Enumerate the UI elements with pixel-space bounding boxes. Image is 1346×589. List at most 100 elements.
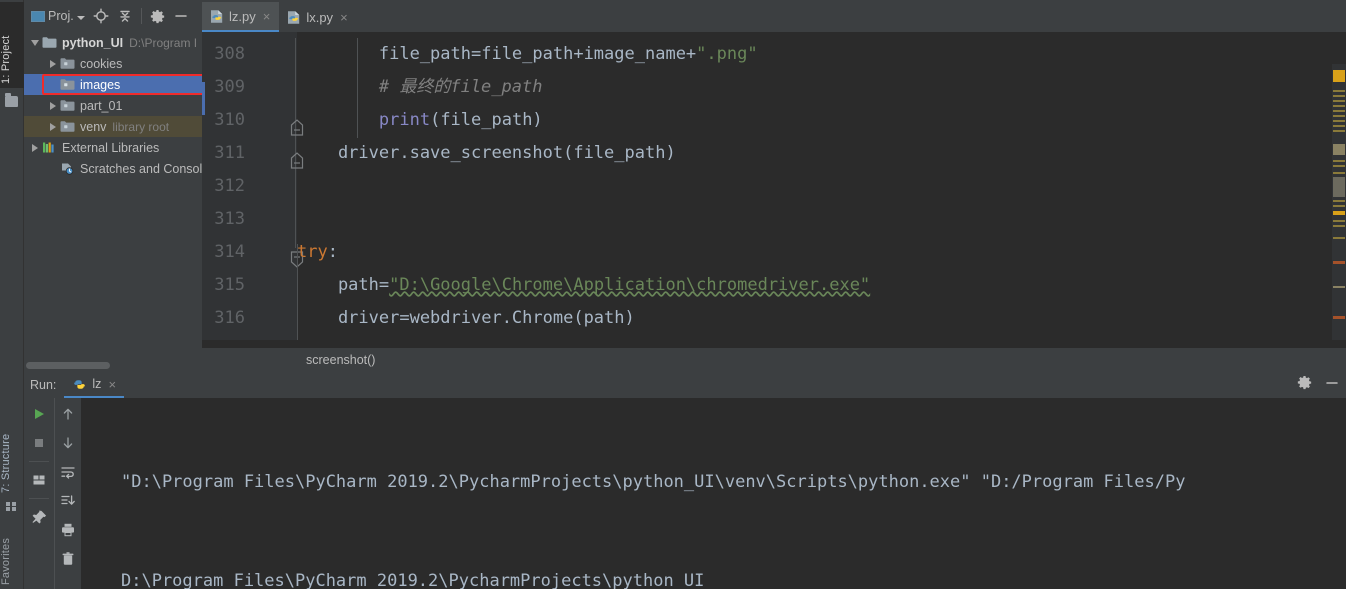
run-panel-header-buttons [1297, 372, 1340, 398]
project-view-selector[interactable]: Proj. [28, 4, 88, 28]
project-view-label: Proj. [48, 9, 74, 23]
code-token: file_path=file_path+image_name+ [297, 44, 697, 64]
breadcrumb-item-screenshot[interactable]: screenshot() [306, 353, 375, 367]
tree-item-label: External Libraries [62, 140, 160, 155]
restore-layout-button[interactable] [27, 468, 51, 492]
collapse-all-icon [120, 10, 130, 22]
sidebar-tab-structure-label: 7: Structure [0, 433, 12, 493]
collapse-all-button[interactable] [114, 4, 136, 28]
up-stack-button[interactable] [56, 402, 80, 426]
tree-item-label: venv [80, 119, 107, 134]
chevron-right-icon[interactable] [46, 59, 60, 68]
stop-icon [35, 439, 43, 447]
folder-icon [60, 57, 75, 70]
tree-item-external-libraries[interactable]: External Libraries [24, 137, 202, 158]
tree-item-label: python_UI [62, 35, 124, 50]
project-panel-horizontal-scrollbar[interactable] [24, 359, 202, 372]
line-number: 309 [214, 77, 245, 97]
run-tab-lz[interactable]: lz × [64, 372, 125, 398]
code-text[interactable]: file_path=file_path+image_name+".png" # … [297, 32, 1346, 340]
tree-item-python-ui[interactable]: python_UI D:\Program I [24, 32, 202, 53]
code-token: print [378, 110, 431, 130]
breadcrumb[interactable]: screenshot() [202, 348, 1346, 372]
scroll-to-end-button[interactable] [56, 489, 80, 513]
line-number: 313 [214, 209, 245, 229]
python-file-icon [210, 9, 224, 24]
chevron-down-icon [76, 15, 85, 20]
editor-tab-lz-py[interactable]: lz.py × [202, 2, 280, 32]
python-file-icon [287, 10, 301, 25]
editor-tab-label: lz.py [229, 8, 256, 24]
tree-item-venv[interactable]: venv library root [24, 116, 202, 137]
chevron-right-icon[interactable] [46, 101, 60, 110]
minimize-icon [174, 15, 187, 17]
run-panel-body: "D:\Program Files\PyCharm 2019.2\Pycharm… [24, 398, 1346, 589]
run-tool-window: Run: lz × "D:\Program Files\PyCharm 2019… [24, 372, 1346, 589]
scroll-to-end-icon [61, 495, 75, 505]
folder-icon [42, 36, 57, 49]
locate-file-button[interactable] [90, 4, 112, 28]
code-line-315: path="D:\Google\Chrome\Application\chrom… [297, 269, 870, 302]
chevron-right-icon[interactable] [46, 122, 60, 131]
run-tab-label: lz [92, 377, 102, 391]
console-line: "D:\Program Files\PyCharm 2019.2\Pycharm… [121, 472, 1186, 492]
soft-wrap-button[interactable] [56, 460, 80, 484]
folder-icon [60, 99, 75, 112]
project-tool-window: Proj. python_UI D:\Program I cookies ima… [24, 0, 202, 372]
line-number: 314 [214, 242, 245, 262]
close-icon[interactable]: × [340, 11, 348, 24]
tree-item-part-01[interactable]: part_01 [24, 95, 202, 116]
sidebar-tab-structure[interactable]: 7: Structure [0, 397, 24, 497]
project-hide-button[interactable] [170, 4, 192, 28]
tree-item-scratches-and-consoles[interactable]: Scratches and Consoles [24, 158, 202, 179]
run-hide-button[interactable] [1324, 375, 1340, 396]
editor-area: lz.py × lx.py × 308 309 310 311 312 313 … [202, 0, 1346, 372]
sidebar-tab-favorites[interactable]: Favorites [0, 517, 24, 589]
editor-marker-gutter[interactable] [1332, 64, 1346, 340]
restore-layout-icon [33, 475, 45, 485]
run-panel-label: Run: [30, 378, 57, 392]
project-settings-button[interactable] [147, 4, 168, 28]
chevron-right-icon[interactable] [28, 143, 42, 152]
minimize-icon [1326, 381, 1338, 384]
pycharm-window: 1: Project 7: Structure Favorites Proj. [0, 0, 1346, 589]
tree-item-secondary: library root [112, 119, 170, 134]
pin-button[interactable] [27, 505, 51, 529]
scratches-icon [60, 162, 75, 175]
code-token: driver=webdriver.Chrome(path) [297, 308, 635, 328]
code-token: "D:\Google\Chrome\Application\chromedriv… [389, 275, 871, 295]
clear-all-button[interactable] [56, 547, 80, 571]
structure-icon [6, 502, 17, 511]
warning-marker[interactable] [1333, 70, 1345, 82]
sidebar-tab-project[interactable]: 1: Project [0, 2, 24, 88]
editor-gutter[interactable]: 308 309 310 311 312 313 314 315 316 [202, 32, 304, 340]
code-line-309: # 最终的file_path [297, 71, 543, 104]
print-button[interactable] [56, 518, 80, 542]
console-line: D:\Program Files\PyCharm 2019.2\PycharmP… [121, 571, 705, 589]
run-console-output[interactable]: "D:\Program Files\PyCharm 2019.2\Pycharm… [81, 398, 1346, 589]
close-icon[interactable]: × [108, 378, 116, 391]
line-number: 312 [214, 176, 245, 196]
editor-tab-label: lx.py [306, 9, 334, 25]
project-tree[interactable]: python_UI D:\Program I cookies images pa… [24, 32, 202, 358]
print-icon [62, 523, 74, 537]
stop-button[interactable] [27, 431, 51, 455]
editor-tab-lx-py[interactable]: lx.py × [279, 2, 356, 32]
down-stack-button[interactable] [56, 431, 80, 455]
code-token: (file_path) [430, 110, 543, 130]
sidebar-tab-favorites-label: Favorites [0, 537, 12, 585]
code-token: : [327, 242, 338, 262]
tree-item-images[interactable]: images [24, 74, 202, 95]
code-editor[interactable]: 308 309 310 311 312 313 314 315 316 file… [202, 32, 1346, 340]
run-settings-button[interactable] [1297, 375, 1312, 395]
folder-icon [60, 78, 75, 91]
rerun-button[interactable] [27, 402, 51, 426]
scrollbar-thumb[interactable] [26, 362, 110, 369]
tree-item-cookies[interactable]: cookies [24, 53, 202, 74]
chevron-down-icon[interactable] [28, 39, 42, 46]
code-line-310: print(file_path) [297, 104, 543, 137]
editor-tab-bar: lz.py × lx.py × [202, 0, 1346, 32]
run-panel-header: Run: lz × [24, 372, 1346, 398]
toolbar-divider [29, 498, 49, 499]
close-icon[interactable]: × [263, 10, 271, 23]
